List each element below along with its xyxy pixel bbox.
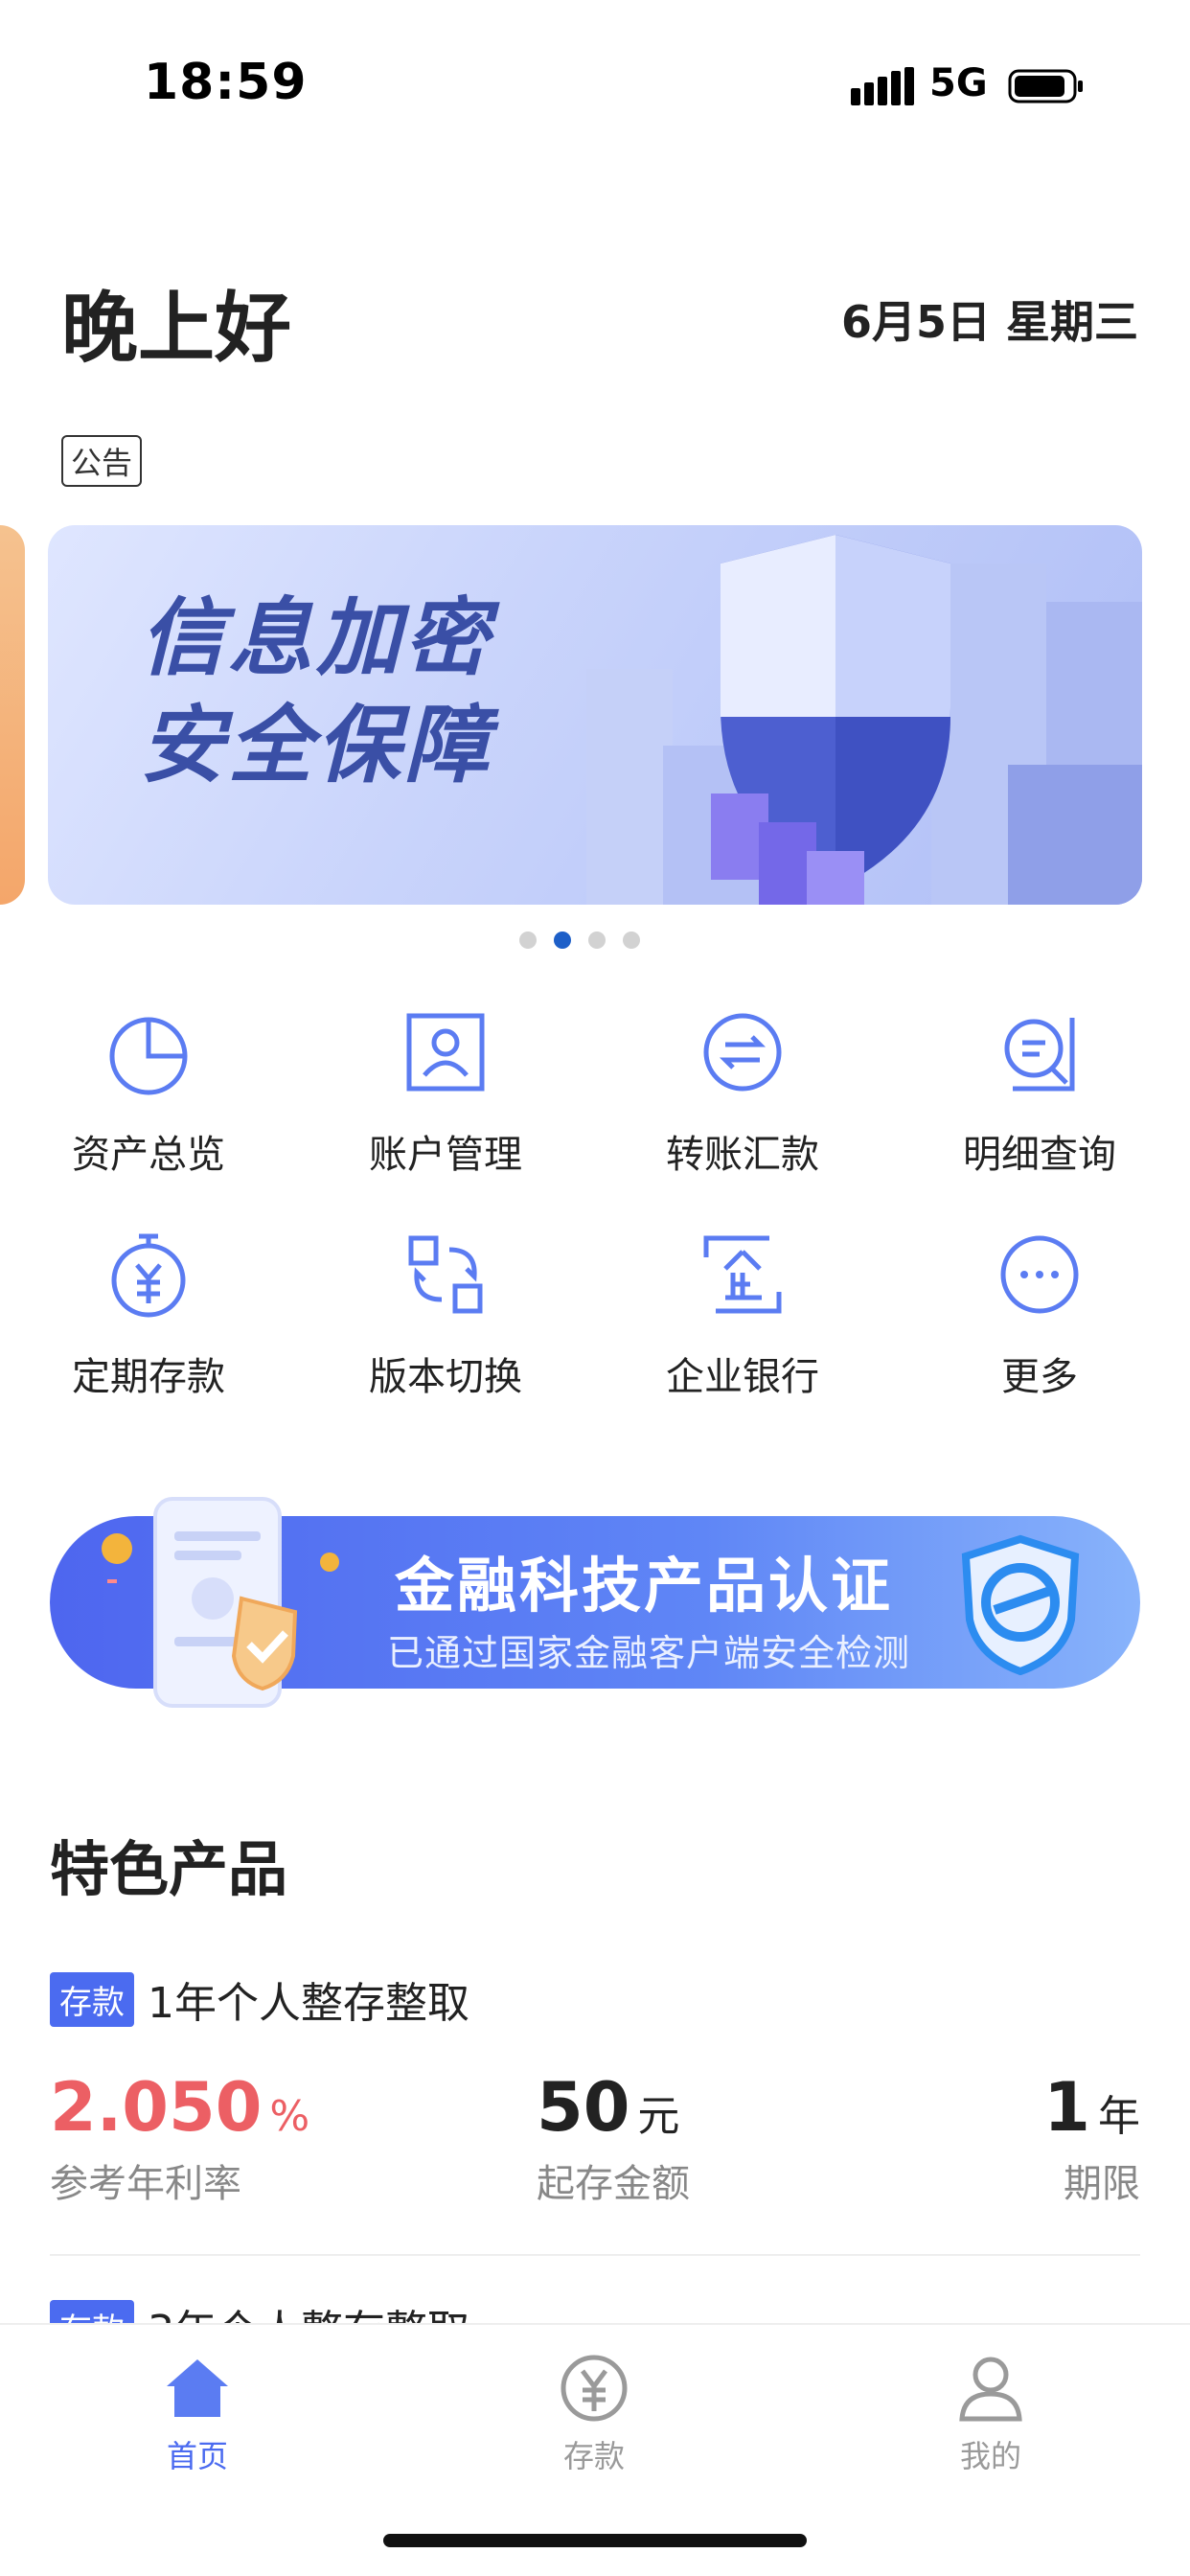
product-name: 1年个人整存整取: [148, 1979, 469, 2028]
account-card-icon: [406, 1013, 485, 1092]
tab-label: 我的: [959, 2438, 1021, 2474]
term-label: 期限: [1064, 2162, 1140, 2206]
amount-value: 50: [537, 2068, 630, 2147]
tab-home[interactable]: 首页: [102, 2352, 293, 2476]
enterprise-bank-icon: [703, 1235, 782, 1314]
page: 18:59 5G 晚上好 6月5日 星期三 公告 信息加密 安全保障 资产总览 …: [0, 0, 1190, 2576]
home-indicator: [383, 2534, 807, 2547]
pie-chart-icon: [109, 1017, 188, 1095]
quick-action-label: 账户管理: [369, 1133, 522, 1177]
rate-label: 参考年利率: [50, 2162, 241, 2206]
tab-deposit[interactable]: 存款: [498, 2352, 690, 2476]
notice-tag[interactable]: 公告: [61, 435, 143, 487]
quick-action-label: 版本切换: [369, 1355, 522, 1399]
status-time: 18:59: [144, 54, 308, 111]
carousel-dot[interactable]: [519, 932, 537, 949]
amount-stat: 50 元 起存金额: [537, 2068, 690, 2208]
product-tag: 存款: [50, 1971, 134, 2027]
tab-label: 首页: [166, 2438, 228, 2474]
timer-deposit-icon: [111, 1233, 186, 1318]
quick-action-version-switch[interactable]: 版本切换: [297, 1229, 594, 1420]
carousel-dot[interactable]: [623, 932, 640, 949]
term-value: 1: [1043, 2068, 1090, 2147]
amount-label: 起存金额: [537, 2162, 690, 2206]
battery-icon: [1008, 69, 1083, 104]
quick-action-label: 企业银行: [666, 1355, 819, 1399]
term-unit: 年: [1098, 2092, 1140, 2141]
term-stat: 1年 期限: [1043, 2068, 1140, 2208]
quick-action-label: 转账汇款: [666, 1133, 819, 1177]
carousel-dot-active[interactable]: [554, 932, 571, 949]
quick-action-label: 资产总览: [72, 1133, 225, 1177]
tab-mine[interactable]: 我的: [895, 2352, 1087, 2476]
transfer-icon: [703, 1013, 782, 1092]
rate-unit: %: [269, 2092, 310, 2141]
signal-icon: [851, 67, 914, 105]
banner-title: 信息加密 安全保障: [140, 585, 492, 799]
tab-label: 存款: [562, 2438, 625, 2474]
product-card[interactable]: 存款 1年个人整存整取 2.050% 参考年利率 50 元 起存金额 1年 期限: [50, 1968, 1140, 2212]
amount-unit: 元: [637, 2092, 680, 2141]
yuan-icon: [561, 2355, 628, 2422]
promo-title: 金融科技产品认证: [395, 1551, 894, 1621]
quick-action-asset-overview[interactable]: 资产总览: [0, 1006, 297, 1198]
rate-value: 2.050: [50, 2068, 263, 2147]
rate-stat: 2.050% 参考年利率: [50, 2068, 309, 2208]
featured-section-title: 特色产品: [50, 1834, 288, 1904]
quick-action-account-management[interactable]: 账户管理: [297, 1006, 594, 1198]
quick-action-fixed-deposit[interactable]: 定期存款: [0, 1229, 297, 1420]
quick-action-label: 定期存款: [72, 1355, 225, 1399]
quick-action-label: 更多: [1001, 1355, 1078, 1399]
date-label: 6月5日 星期三: [840, 296, 1138, 348]
network-type: 5G: [929, 61, 988, 105]
quick-action-label: 明细查询: [963, 1133, 1116, 1177]
more-icon: [1000, 1235, 1079, 1314]
product-header: 存款 1年个人整存整取: [50, 1968, 1140, 2030]
quick-action-detail-query[interactable]: 明细查询: [891, 1006, 1188, 1198]
quick-action-enterprise-bank[interactable]: 企业银行: [594, 1229, 891, 1420]
product-divider: [50, 2254, 1140, 2256]
quick-action-transfer[interactable]: 转账汇款: [594, 1006, 891, 1198]
status-bar: 18:59 5G: [0, 0, 1190, 144]
certification-badge-icon: [961, 1534, 1080, 1675]
carousel-dot[interactable]: [588, 932, 606, 949]
security-shield-illustration: [586, 535, 1142, 905]
detail-search-icon: [1004, 1018, 1075, 1092]
banner-previous-peek[interactable]: [0, 525, 25, 905]
home-icon: [167, 2359, 228, 2417]
greeting: 晚上好: [61, 284, 291, 373]
phone-shield-illustration: [102, 1497, 339, 1708]
product-stats: 2.050% 参考年利率 50 元 起存金额 1年 期限: [50, 2068, 1140, 2212]
carousel-indicator: [519, 932, 640, 949]
promo-subtitle: 已通过国家金融客户端安全检测: [387, 1632, 911, 1674]
quick-action-more[interactable]: 更多: [891, 1229, 1188, 1420]
profile-icon: [959, 2357, 1022, 2422]
switch-version-icon: [408, 1235, 483, 1314]
banner-title-line2: 安全保障: [140, 696, 493, 794]
banner-title-line1: 信息加密: [140, 588, 493, 687]
banner-carousel[interactable]: 信息加密 安全保障: [48, 525, 1142, 905]
